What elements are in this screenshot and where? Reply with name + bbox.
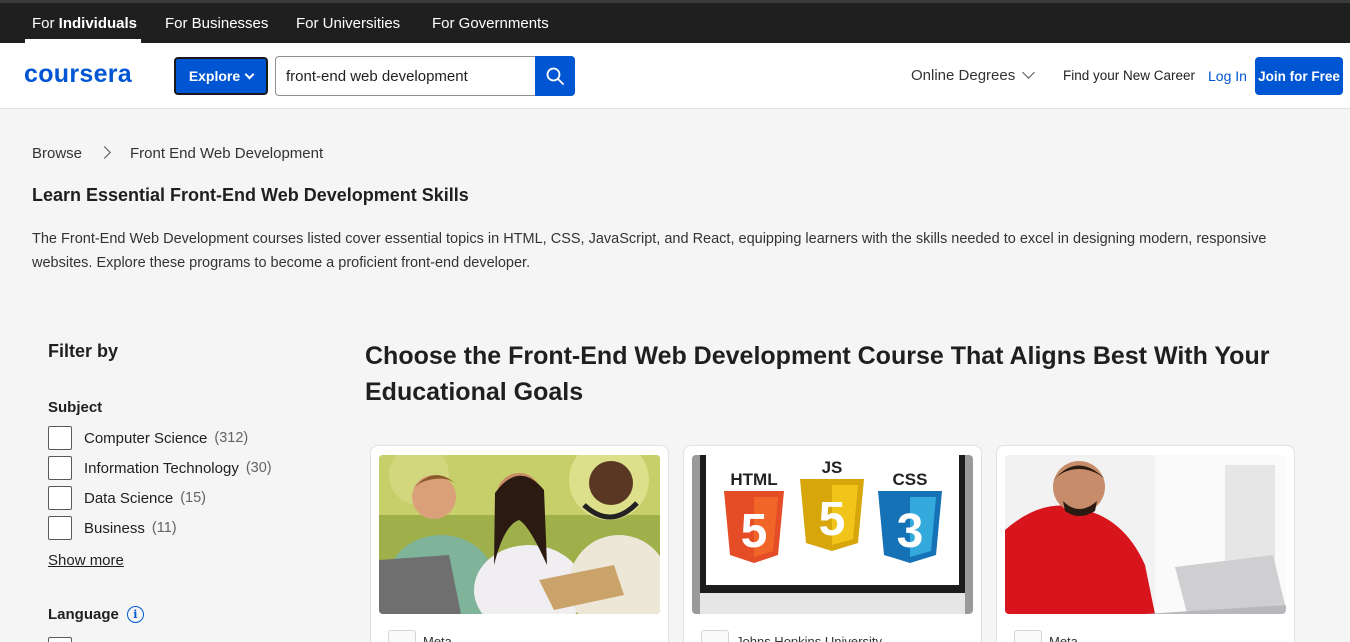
audience-tab-governments[interactable]: For Governments [432,15,549,32]
option-label: Business [84,519,145,537]
option-count: (30) [245,460,272,476]
audience-bar: For Individuals For Businesses For Unive… [0,0,1350,43]
audience-tab-prefix: For [32,15,59,32]
option-label: Data Science [84,489,174,507]
partner-name: Meta [1049,634,1078,642]
checkbox[interactable] [48,426,72,450]
filter-heading: Filter by [48,341,119,361]
find-career-link[interactable]: Find your New Career [1063,68,1195,83]
search-icon [546,67,564,85]
language-heading: Language i [48,606,144,623]
svg-text:HTML: HTML [730,470,777,489]
audience-tab-businesses[interactable]: For Businesses [165,15,268,32]
subject-option-computer-science[interactable]: Computer Science (312) [48,426,248,450]
checkbox[interactable] [48,516,72,540]
explore-label: Explore [188,68,241,84]
course-image-man-laptop [1005,455,1286,614]
course-card[interactable]: Meta [370,445,669,642]
audience-tab-universities[interactable]: For Universities [296,15,400,32]
coursera-logo[interactable]: coursera [24,60,132,89]
partner-logo [1014,630,1042,642]
option-count: (312) [214,430,249,446]
page-title: Learn Essential Front-End Web Developmen… [32,185,469,205]
partner-name: Johns Hopkins University [736,634,882,642]
subject-option-information-technology[interactable]: Information Technology (30) [48,456,272,480]
show-more-link[interactable]: Show more [48,552,124,569]
course-image-students [379,455,660,614]
subject-option-data-science[interactable]: Data Science (15) [48,486,206,510]
breadcrumb-current[interactable]: Front End Web Development [130,145,323,162]
svg-text:3: 3 [897,505,924,558]
option-count: (11) [151,520,177,536]
checkbox[interactable] [48,637,72,642]
audience-tab-individuals[interactable]: For Individuals [32,15,137,32]
course-card[interactable]: Meta [996,445,1295,642]
checkbox[interactable] [48,486,72,510]
search-button[interactable] [535,56,575,96]
partner-name: Meta [423,634,452,642]
chevron-down-icon [1022,66,1036,79]
login-link[interactable]: Log In [1208,68,1247,84]
partner-logo [388,630,416,642]
search-input[interactable] [275,56,535,96]
join-button[interactable]: Join for Free [1255,57,1343,95]
breadcrumb-browse[interactable]: Browse [32,145,82,162]
partner-logo [701,630,729,642]
svg-text:CSS: CSS [893,470,928,489]
svg-text:JS: JS [822,458,843,477]
subject-heading: Subject [48,399,103,416]
option-count: (15) [180,490,207,506]
course-card[interactable]: HTML 5 JS 5 CSS 3 Johns Hopkins Universi… [683,445,982,642]
section-heading: Choose the Front-End Web Development Cou… [365,342,1270,406]
svg-text:5: 5 [819,493,846,546]
info-icon[interactable]: i [126,606,144,623]
option-label: Information Technology [84,459,239,477]
chevron-down-icon [244,69,255,79]
language-label: Language [48,606,119,623]
course-image-html-js-css: HTML 5 JS 5 CSS 3 [692,455,973,614]
online-degrees-label: Online Degrees [911,67,1016,84]
page-description: The Front-End Web Development courses li… [32,231,1267,271]
subject-option-business[interactable]: Business (11) [48,516,177,540]
svg-text:5: 5 [741,505,768,558]
audience-tab-individuals-label: Individuals [58,15,138,32]
chevron-right-icon [98,146,111,159]
checkbox[interactable] [48,456,72,480]
online-degrees-menu[interactable]: Online Degrees [911,66,1036,84]
site-header: coursera Explore Online Degrees Find you… [0,43,1350,109]
explore-button[interactable]: Explore [174,57,268,95]
option-label: Computer Science [84,429,208,447]
